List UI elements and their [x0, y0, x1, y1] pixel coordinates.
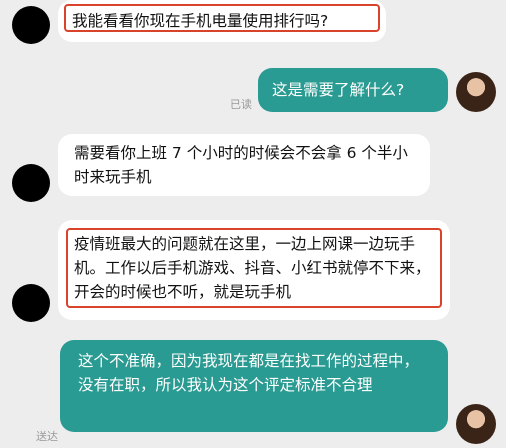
- read-status: 已读: [230, 98, 252, 111]
- delivery-status: 送达: [36, 430, 58, 443]
- contact-avatar[interactable]: [12, 6, 50, 44]
- message-bubble-incoming[interactable]: 需要看你上班 7 个小时的时候会不会拿 6 个半小时来玩手机: [58, 134, 430, 196]
- contact-avatar[interactable]: [12, 164, 50, 202]
- user-avatar[interactable]: [456, 404, 496, 444]
- message-text: 这是需要了解什么?: [272, 81, 405, 99]
- message-text: 需要看你上班 7 个小时的时候会不会拿 6 个半小时来玩手机: [74, 144, 408, 186]
- message-text: 这个不准确，因为我现在都是在找工作的过程中，没有在职，所以我认为这个评定标准不合…: [78, 352, 420, 394]
- message-bubble-incoming[interactable]: 疫情班最大的问题就在这里，一边上网课一边玩手机。工作以后手机游戏、抖音、小红书就…: [58, 220, 450, 320]
- user-avatar[interactable]: [456, 72, 496, 112]
- message-text: 我能看看你现在手机电量使用排行吗?: [64, 4, 380, 32]
- contact-avatar[interactable]: [12, 284, 50, 322]
- message-text: 疫情班最大的问题就在这里，一边上网课一边玩手机。工作以后手机游戏、抖音、小红书就…: [66, 228, 442, 308]
- message-bubble-incoming[interactable]: 我能看看你现在手机电量使用排行吗?: [58, 0, 386, 42]
- message-bubble-outgoing[interactable]: 这个不准确，因为我现在都是在找工作的过程中，没有在职，所以我认为这个评定标准不合…: [60, 340, 448, 432]
- message-bubble-outgoing[interactable]: 这是需要了解什么?: [258, 68, 448, 112]
